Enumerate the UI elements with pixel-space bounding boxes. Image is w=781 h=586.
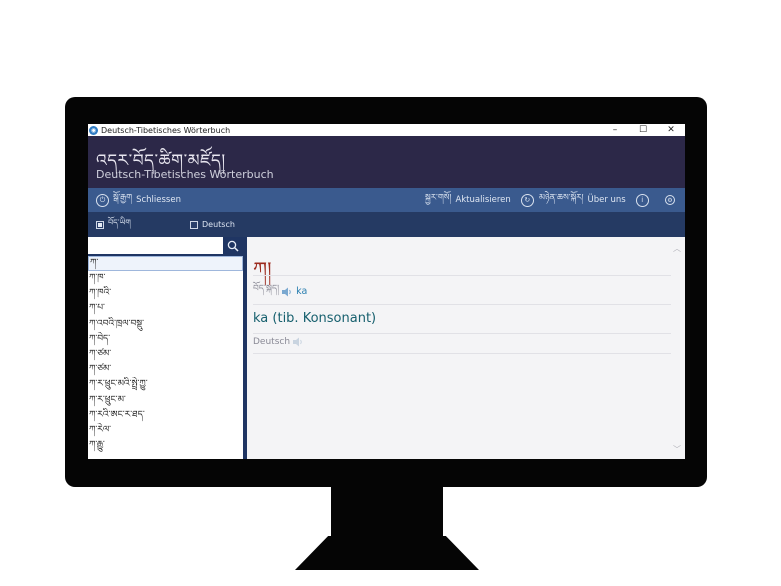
update-button[interactable]: སྐྱར་གསོ། Aktualisieren ↻: [425, 189, 534, 212]
close-app-button[interactable]: ⏻ སྒོ་རྒྱག Schliessen: [96, 189, 181, 212]
list-item[interactable]: ཀ་ཁ་: [88, 271, 243, 286]
window-titlebar: ◉ Deutsch-Tibetisches Wörterbuch – ☐ ✕: [88, 124, 685, 136]
update-label-tibetan: སྐྱར་གསོ།: [425, 192, 452, 203]
info-icon: i: [635, 193, 649, 207]
monitor-stand-base: [295, 536, 479, 570]
speaker-icon[interactable]: [292, 337, 304, 347]
word-list-panel: ཀ་ ཀ་ཁ་ ཀ་ཁའི་ ཀ་པ་ ཀ་འབའི་ཁྲལ་བསྡུ་ ཀ་བ…: [88, 237, 246, 459]
list-item[interactable]: ཀ་ཁའི་: [88, 286, 243, 301]
close-label: Schliessen: [136, 195, 181, 205]
search-row: [88, 237, 243, 256]
language-bar: བོད་ཡིག Deutsch: [88, 212, 685, 237]
lang-option-label: Deutsch: [202, 220, 235, 229]
entry-translation: ka (tib. Konsonant): [253, 311, 377, 326]
lang-option-german[interactable]: Deutsch: [190, 220, 235, 229]
settings-icon[interactable]: ⚙: [665, 195, 675, 205]
list-item[interactable]: ཀ་བེད་: [88, 332, 243, 347]
about-button[interactable]: མཉེན་ཆས་སྐོར། Über uns i: [539, 189, 649, 212]
scroll-up-icon[interactable]: ︿: [673, 243, 681, 254]
entry-panel: ཀ། བོད་སྐད། ka ka (tib. Konsonant) Deuts…: [247, 237, 685, 459]
pronunciation-label: བོད་སྐད།: [253, 284, 280, 294]
content-area: ཀ་ ཀ་ཁ་ ཀ་ཁའི་ ཀ་པ་ ཀ་འབའི་ཁྲལ་བསྡུ་ ཀ་བ…: [88, 237, 685, 459]
app-icon: ◉: [89, 125, 98, 135]
list-item[interactable]: ཀ་རེལ་: [88, 423, 243, 438]
pronunciation-row: བོད་སྐད། ka: [253, 279, 307, 304]
lang-option-label: བོད་ཡིག: [108, 218, 131, 227]
list-item[interactable]: ཀ་ར་ཕྲུང་མ་: [88, 393, 243, 408]
close-window-button[interactable]: ✕: [657, 124, 685, 136]
list-item[interactable]: ཀ་འབའི་ཁྲལ་བསྡུ་: [88, 317, 243, 332]
update-label: Aktualisieren: [455, 195, 511, 205]
refresh-icon: ↻: [520, 193, 534, 207]
app-window: ◉ Deutsch-Tibetisches Wörterbuch – ☐ ✕ འ…: [88, 124, 685, 459]
search-icon[interactable]: [225, 237, 241, 254]
about-label-tibetan: མཉེན་ཆས་སྐོར།: [539, 192, 584, 203]
list-item[interactable]: ཀ་ར་ཕྲུང་མའི་སྤྲེ་ཀྱུ་: [88, 377, 243, 392]
app-header: འདར་བོད་ཚིག་མཛོད། Deutsch-Tibetisches Wö…: [88, 136, 685, 188]
checkbox-icon: [96, 220, 104, 229]
lang-option-tibetan[interactable]: བོད་ཡིག: [96, 213, 131, 236]
language-row: Deutsch: [253, 337, 304, 347]
divider: [253, 333, 671, 334]
checkbox-icon: [190, 220, 198, 229]
scroll-down-icon[interactable]: ﹀: [673, 444, 681, 455]
list-item[interactable]: ཀ་པ་: [88, 301, 243, 316]
list-item[interactable]: ཀ་ཙམ་: [88, 347, 243, 362]
speaker-icon[interactable]: [281, 287, 293, 297]
search-input[interactable]: [88, 237, 223, 254]
power-icon: ⏻: [96, 193, 109, 207]
window-title: Deutsch-Tibetisches Wörterbuch: [101, 125, 231, 135]
minimize-button[interactable]: –: [601, 124, 629, 136]
language-label: Deutsch: [253, 337, 291, 347]
divider: [253, 353, 671, 354]
app-subtitle: Deutsch-Tibetisches Wörterbuch: [96, 168, 274, 181]
monitor-stand-neck: [331, 486, 443, 538]
divider: [253, 275, 671, 276]
word-list: ཀ་ ཀ་ཁ་ ཀ་ཁའི་ ཀ་པ་ ཀ་འབའི་ཁྲལ་བསྡུ་ ཀ་བ…: [88, 256, 243, 453]
about-label: Über uns: [587, 195, 626, 205]
divider: [253, 304, 671, 305]
list-item[interactable]: ཀ་རའི་ཨང་ར་ཐད་: [88, 408, 243, 423]
pronunciation-value: ka: [296, 286, 308, 297]
list-item[interactable]: ཀ་ཙམ་: [88, 362, 243, 377]
toolbar: ⏻ སྒོ་རྒྱག Schliessen སྐྱར་གསོ། Aktualis…: [88, 188, 685, 212]
list-item[interactable]: ཀ་རྒྱུ་: [88, 438, 243, 453]
list-item[interactable]: ཀ་: [88, 256, 243, 271]
close-label-tibetan: སྒོ་རྒྱག: [113, 192, 133, 203]
maximize-button[interactable]: ☐: [629, 124, 657, 136]
app-title-tibetan: འདར་བོད་ཚིག་མཛོད།: [96, 151, 226, 171]
